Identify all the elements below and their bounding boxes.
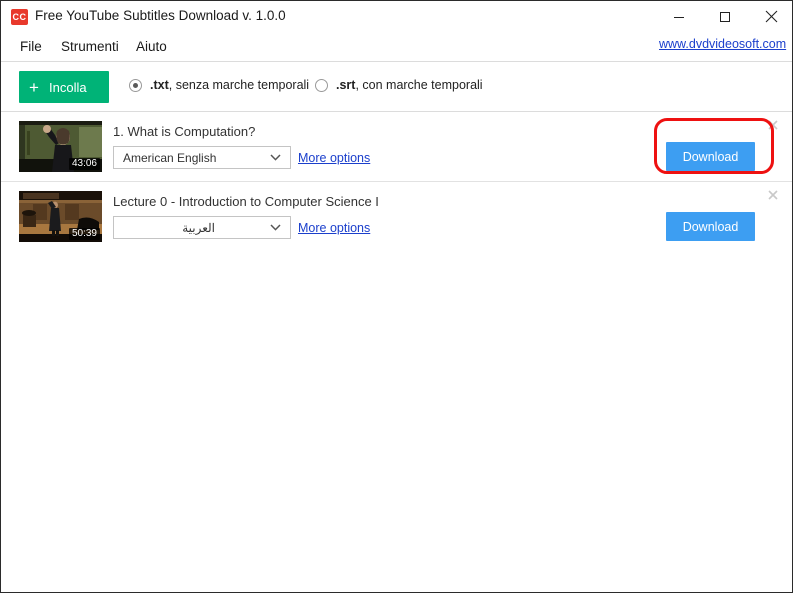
format-option-txt-ext: .txt xyxy=(150,78,169,92)
title-bar: CC Free YouTube Subtitles Download v. 1.… xyxy=(1,1,792,32)
close-icon xyxy=(766,119,780,136)
close-icon xyxy=(766,189,780,206)
window-title: Free YouTube Subtitles Download v. 1.0.0 xyxy=(35,8,286,23)
language-dropdown[interactable]: American English xyxy=(113,146,291,169)
more-options-link[interactable]: More options xyxy=(298,221,370,235)
more-options-link[interactable]: More options xyxy=(298,151,370,165)
toolbar: + Incolla .txt, senza marche temporali .… xyxy=(1,62,792,111)
menu-item-file[interactable]: File xyxy=(14,32,48,61)
video-title: 1. What is Computation? xyxy=(113,124,256,139)
minimize-button[interactable] xyxy=(656,1,702,32)
format-option-txt[interactable]: .txt, senza marche temporali xyxy=(129,78,309,92)
video-thumbnail: 50:39 xyxy=(19,191,102,242)
application-window: CC Free YouTube Subtitles Download v. 1.… xyxy=(0,0,793,593)
format-option-srt-label: .srt, con marche temporali xyxy=(336,78,483,92)
download-button[interactable]: Download xyxy=(666,142,755,171)
language-dropdown-value: العربية xyxy=(182,220,215,235)
radio-button-srt-icon xyxy=(315,78,328,92)
plus-icon: + xyxy=(29,77,39,97)
format-option-srt-ext: .srt xyxy=(336,78,356,92)
website-link[interactable]: www.dvdvideosoft.com xyxy=(659,37,786,51)
menu-item-aiuto[interactable]: Aiuto xyxy=(130,32,173,61)
format-option-srt-desc: , con marche temporali xyxy=(355,78,483,92)
chevron-down-icon xyxy=(260,154,290,161)
language-dropdown-value: American English xyxy=(123,150,217,165)
minimize-icon xyxy=(673,11,685,23)
video-list-item: 50:39 Lecture 0 - Introduction to Comput… xyxy=(1,181,792,251)
video-list-item: 43:06 1. What is Computation? American E… xyxy=(1,111,792,181)
menu-item-strumenti[interactable]: Strumenti xyxy=(55,32,125,61)
chevron-down-icon xyxy=(260,224,290,231)
app-icon-text: CC xyxy=(12,12,27,22)
close-icon xyxy=(765,10,778,23)
maximize-icon xyxy=(719,11,731,23)
remove-item-button[interactable] xyxy=(766,188,780,202)
cc-app-icon: CC xyxy=(11,9,28,25)
video-duration: 50:39 xyxy=(68,228,100,240)
format-option-txt-label: .txt, senza marche temporali xyxy=(150,78,309,92)
video-duration: 43:06 xyxy=(68,158,100,170)
video-thumbnail: 43:06 xyxy=(19,121,102,172)
close-window-button[interactable] xyxy=(748,1,792,32)
download-button[interactable]: Download xyxy=(666,212,755,241)
empty-content-area xyxy=(1,251,792,592)
radio-button-txt-icon xyxy=(129,78,142,92)
language-dropdown[interactable]: العربية xyxy=(113,216,291,239)
paste-button-label: Incolla xyxy=(49,79,87,95)
format-option-txt-desc: , senza marche temporali xyxy=(168,78,310,92)
video-title: Lecture 0 - Introduction to Computer Sci… xyxy=(113,194,379,209)
paste-button[interactable]: + Incolla xyxy=(19,71,109,103)
remove-item-button[interactable] xyxy=(766,118,780,132)
format-option-srt[interactable]: .srt, con marche temporali xyxy=(315,78,483,92)
maximize-button[interactable] xyxy=(702,1,748,32)
